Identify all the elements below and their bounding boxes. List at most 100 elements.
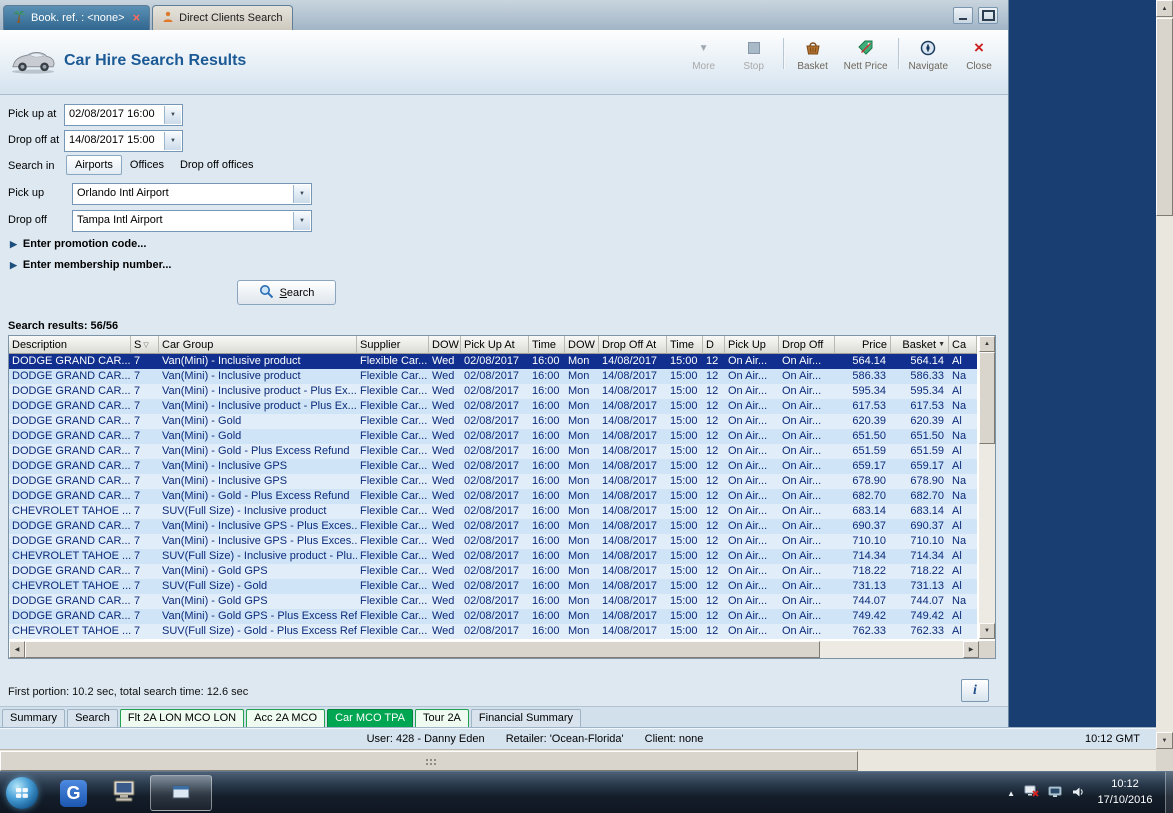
filter-icon[interactable]: ▽ xyxy=(143,341,148,349)
outer-horizontal-scrollbar[interactable] xyxy=(0,749,1156,771)
cell-15: Al xyxy=(952,415,962,427)
table-row[interactable]: DODGE GRAND CAR... 7 Van(Mini) - Gold Flexi… xyxy=(9,429,977,444)
column-header-10-d[interactable]: D xyxy=(703,336,725,354)
pickup-at-select[interactable]: 02/08/2017 16:00 ▼ xyxy=(64,104,183,126)
start-button[interactable] xyxy=(6,777,38,809)
tab-direct-clients[interactable]: Direct Clients Search xyxy=(152,5,293,30)
table-row[interactable]: DODGE GRAND CAR... 7 Van(Mini) - Gold - Pl… xyxy=(9,489,977,504)
column-header-8-drop-off-at[interactable]: Drop Off At xyxy=(599,336,667,354)
close-button[interactable]: × Close xyxy=(954,35,1004,72)
tab-booking-ref[interactable]: Book. ref. : <none> × xyxy=(3,5,151,30)
bottom-tab-car-mco-tpa[interactable]: Car MCO TPA xyxy=(327,709,413,730)
table-row[interactable]: DODGE GRAND CAR... 7 Van(Mini) - Gold - Pl… xyxy=(9,444,977,459)
column-header-11-pick-up[interactable]: Pick Up xyxy=(725,336,779,354)
column-header-14-basket[interactable]: Basket ▼ xyxy=(891,336,949,354)
vertical-scroll-thumb[interactable] xyxy=(979,352,995,444)
column-header-15-ca[interactable]: Ca xyxy=(949,336,977,354)
scroll-left-button[interactable]: ◀ xyxy=(9,641,25,658)
dropdown-arrow-icon[interactable]: ▼ xyxy=(164,132,181,150)
dropoff-at-select[interactable]: 14/08/2017 15:00 ▼ xyxy=(64,130,183,152)
navigate-button[interactable]: Navigate xyxy=(903,35,954,72)
taskbar-active-window-button[interactable] xyxy=(150,775,212,811)
scroll-right-button[interactable]: ▶ xyxy=(963,641,979,658)
table-row[interactable]: DODGE GRAND CAR... 7 Van(Mini) - Inclusive… xyxy=(9,519,977,534)
dropdown-arrow-icon[interactable]: ▼ xyxy=(293,212,310,230)
column-header-4-dow[interactable]: DOW xyxy=(429,336,461,354)
results-vertical-scrollbar[interactable]: ▲ ▼ xyxy=(979,336,995,639)
info-button[interactable]: i xyxy=(961,679,989,702)
tab-close-icon[interactable]: × xyxy=(133,11,141,24)
search-in-option-offices[interactable]: Offices xyxy=(122,156,172,174)
column-header-2-car-group[interactable]: Car Group xyxy=(159,336,357,354)
scroll-up-button[interactable]: ▲ xyxy=(979,336,995,352)
nett-price-button[interactable]: Nett Price xyxy=(838,35,894,72)
taskbar-clock[interactable]: 10:12 17/10/2016 xyxy=(1089,776,1161,808)
bottom-tab-acc-2a-mco[interactable]: Acc 2A MCO xyxy=(246,709,326,730)
column-header-12-drop-off[interactable]: Drop Off xyxy=(779,336,835,354)
table-row[interactable]: DODGE GRAND CAR... 7 Van(Mini) - Inclusive… xyxy=(9,369,977,384)
taskbar-app-computer-button[interactable] xyxy=(100,775,147,811)
results-horizontal-scrollbar[interactable]: ◀ ▶ xyxy=(9,641,979,658)
status-bar: User: 428 - Danny Eden Retailer: 'Ocean-… xyxy=(0,728,1156,750)
maximize-button[interactable] xyxy=(978,7,998,24)
column-header-6-time[interactable]: Time xyxy=(529,336,565,354)
cell-8: 14/08/2017 xyxy=(602,430,658,442)
column-header-7-dow[interactable]: DOW xyxy=(565,336,599,354)
table-row[interactable]: DODGE GRAND CAR... 7 Van(Mini) - Inclusive… xyxy=(9,354,977,369)
outer-scroll-up-button[interactable]: ▲ xyxy=(1156,0,1173,17)
search-button[interactable]: Search xyxy=(237,280,336,305)
column-header-1-s[interactable]: S ▽ xyxy=(131,336,159,354)
outer-horizontal-scroll-thumb[interactable] xyxy=(0,751,858,771)
cell-6: 16:00 xyxy=(532,520,560,532)
column-label: Ca xyxy=(952,338,967,351)
cell-10: 12 xyxy=(706,460,719,472)
column-header-0-description[interactable]: Description xyxy=(9,336,131,354)
table-row[interactable]: DODGE GRAND CAR... 7 Van(Mini) - Gold GPS F… xyxy=(9,594,977,609)
cell-9: 15:00 xyxy=(670,550,698,562)
table-row[interactable]: DODGE GRAND CAR... 7 Van(Mini) - Inclusive… xyxy=(9,474,977,489)
column-header-3-supplier[interactable]: Supplier xyxy=(357,336,429,354)
table-row[interactable]: DODGE GRAND CAR... 7 Van(Mini) - Inclusive… xyxy=(9,534,977,549)
outer-vertical-scroll-thumb[interactable] xyxy=(1156,18,1173,216)
bottom-tab-search[interactable]: Search xyxy=(67,709,118,730)
bottom-tab-financial-summary[interactable]: Financial Summary xyxy=(470,709,582,730)
outer-vertical-scrollbar[interactable]: ▲ ▼ xyxy=(1156,0,1173,749)
minimize-button[interactable] xyxy=(953,7,973,24)
scroll-down-button[interactable]: ▼ xyxy=(979,623,995,639)
pickup-location-select[interactable]: Orlando Intl Airport ▼ xyxy=(72,183,312,205)
network-error-icon[interactable] xyxy=(1024,785,1039,801)
volume-icon[interactable] xyxy=(1072,786,1085,801)
table-row[interactable]: DODGE GRAND CAR... 7 Van(Mini) - Gold GPS F… xyxy=(9,564,977,579)
table-row[interactable]: CHEVROLET TAHOE ... 7 SUV(Full Size) - Inc… xyxy=(9,549,977,564)
table-row[interactable]: CHEVROLET TAHOE ... 7 SUV(Full Size) - Inc… xyxy=(9,504,977,519)
dropdown-arrow-icon[interactable]: ▼ xyxy=(164,106,181,124)
table-row[interactable]: DODGE GRAND CAR... 7 Van(Mini) - Gold Flexi… xyxy=(9,414,977,429)
search-in-option-airports[interactable]: Airports xyxy=(66,155,122,175)
horizontal-scroll-thumb[interactable] xyxy=(25,641,820,658)
dropoff-location-select[interactable]: Tampa Intl Airport ▼ xyxy=(72,210,312,232)
basket-button[interactable]: Basket xyxy=(788,35,838,72)
column-header-5-pick-up-at[interactable]: Pick Up At xyxy=(461,336,529,354)
table-row[interactable]: DODGE GRAND CAR... 7 Van(Mini) - Inclusive… xyxy=(9,399,977,414)
more-button[interactable]: ▼ More xyxy=(679,35,729,73)
table-row[interactable]: DODGE GRAND CAR... 7 Van(Mini) - Gold GPS … xyxy=(9,609,977,624)
promotion-code-expander[interactable]: ▶ Enter promotion code... xyxy=(10,238,146,250)
outer-scroll-down-button[interactable]: ▼ xyxy=(1156,732,1173,749)
bottom-tab-tour-2a[interactable]: Tour 2A xyxy=(414,709,469,730)
column-header-9-time[interactable]: Time xyxy=(667,336,703,354)
table-row[interactable]: DODGE GRAND CAR... 7 Van(Mini) - Inclusive… xyxy=(9,459,977,474)
dropdown-arrow-icon[interactable]: ▼ xyxy=(293,185,310,203)
column-header-13-price[interactable]: Price xyxy=(835,336,891,354)
table-row[interactable]: CHEVROLET TAHOE ... 7 SUV(Full Size) - Gol… xyxy=(9,624,977,639)
bottom-tab-summary[interactable]: Summary xyxy=(2,709,66,730)
remote-session-icon[interactable] xyxy=(1048,786,1063,801)
membership-number-expander[interactable]: ▶ Enter membership number... xyxy=(10,259,171,271)
tray-expand-icon[interactable]: ▲ xyxy=(1007,789,1015,798)
bottom-tab-flt-2a-lon-mco-lon[interactable]: Flt 2A LON MCO LON xyxy=(119,709,245,730)
table-row[interactable]: DODGE GRAND CAR... 7 Van(Mini) - Inclusive… xyxy=(9,384,977,399)
stop-button[interactable]: Stop xyxy=(729,35,779,72)
search-in-option-drop-off-offices[interactable]: Drop off offices xyxy=(172,156,262,174)
show-desktop-button[interactable] xyxy=(1165,772,1173,813)
taskbar-app-g-button[interactable]: G xyxy=(50,775,97,811)
table-row[interactable]: CHEVROLET TAHOE ... 7 SUV(Full Size) - Gol… xyxy=(9,579,977,594)
